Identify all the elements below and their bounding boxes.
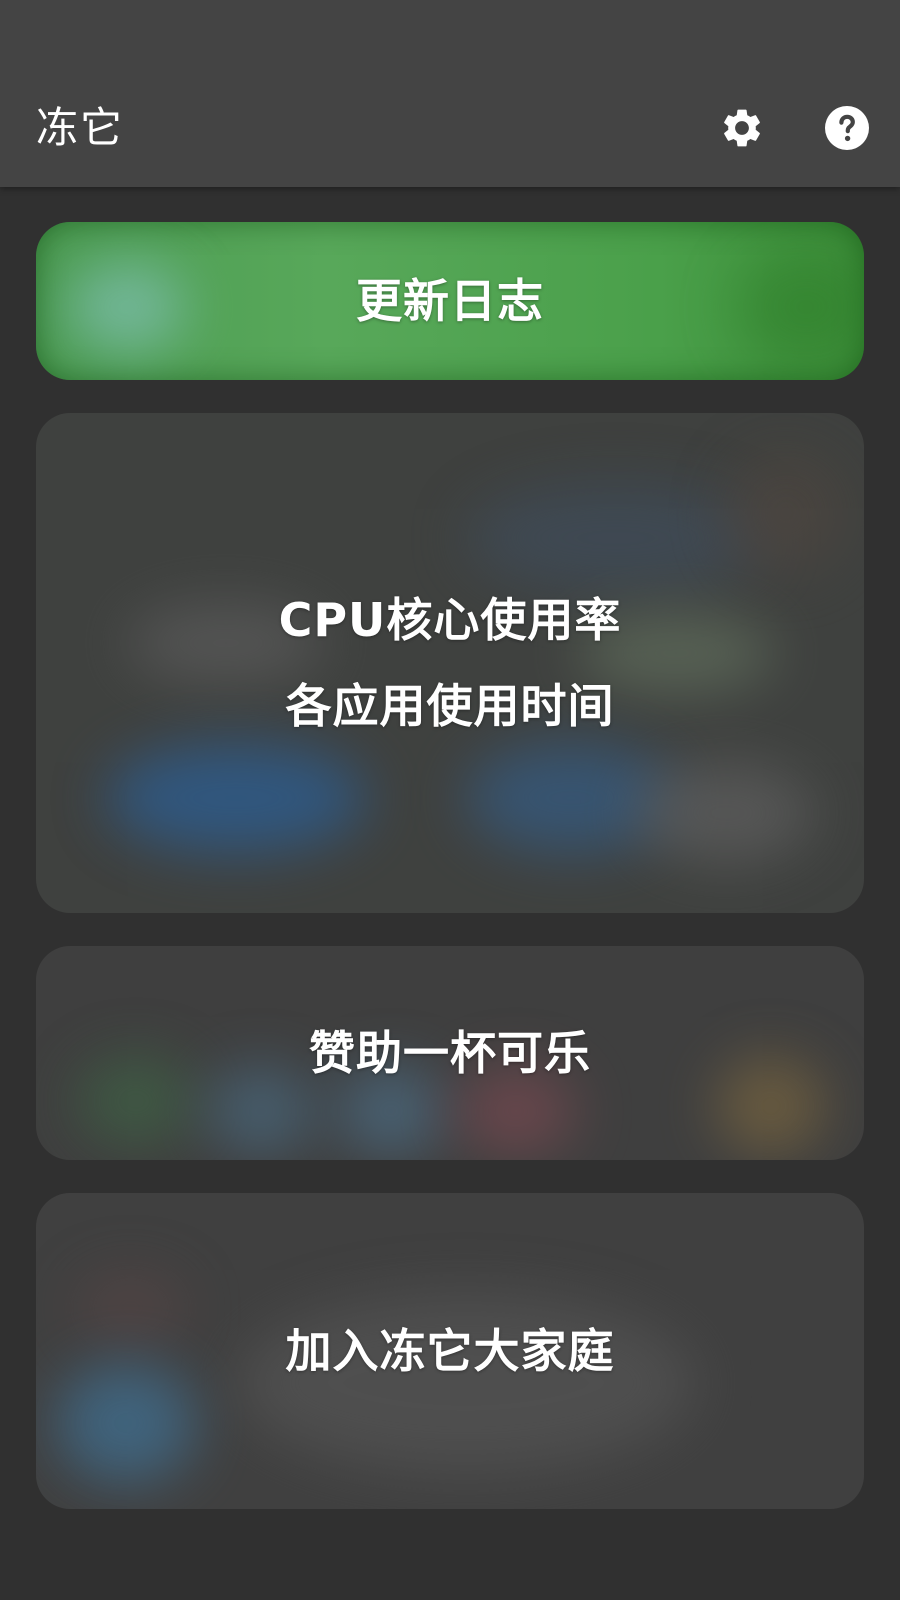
background-blur — [726, 453, 846, 573]
app-title: 冻它 — [36, 103, 125, 152]
app-bar: 冻它 — [0, 0, 900, 187]
background-blur — [716, 1056, 826, 1156]
help-button[interactable] — [819, 100, 875, 156]
background-blur — [76, 1273, 186, 1343]
gear-icon — [724, 109, 760, 147]
cpu-usage-label: CPU核心使用率 — [278, 593, 622, 647]
donate-card[interactable]: 赞助一杯可乐 — [36, 946, 864, 1160]
join-family-card[interactable]: 加入冻它大家庭 — [36, 1193, 864, 1509]
help-circle-icon — [825, 106, 869, 150]
background-blur — [76, 1056, 196, 1146]
settings-button[interactable] — [714, 100, 770, 156]
background-blur — [206, 1066, 316, 1156]
app-usage-time-label: 各应用使用时间 — [285, 679, 615, 733]
background-blur — [636, 763, 816, 863]
background-blur — [106, 743, 366, 853]
join-family-label: 加入冻它大家庭 — [285, 1324, 615, 1378]
changelog-label: 更新日志 — [356, 274, 544, 328]
donate-label: 赞助一杯可乐 — [309, 1026, 591, 1080]
changelog-card[interactable]: 更新日志 — [36, 222, 864, 380]
background-blur — [56, 1363, 196, 1483]
background-blur — [66, 262, 186, 352]
background-blur — [736, 252, 864, 362]
cpu-usage-card[interactable]: CPU核心使用率 各应用使用时间 — [36, 413, 864, 913]
